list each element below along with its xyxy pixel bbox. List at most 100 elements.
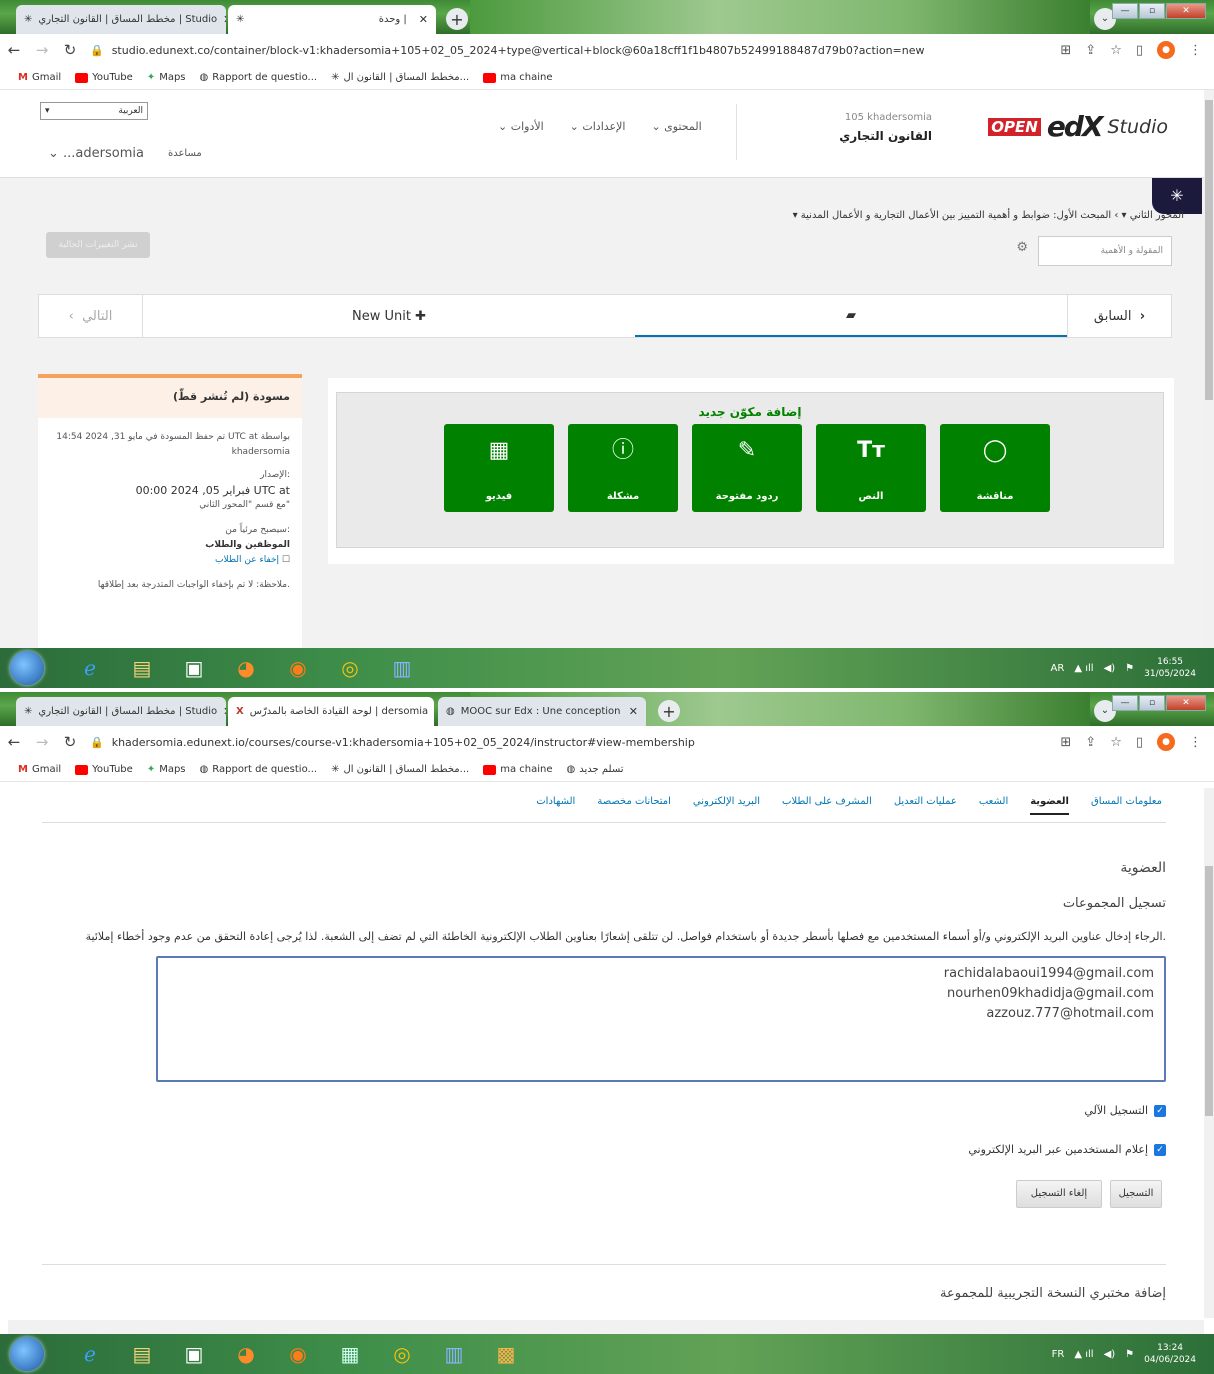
bookmark-rapport[interactable]: ◍ Rapport de questio...: [200, 72, 318, 83]
menu-tools[interactable]: الأدوات ⌄: [498, 120, 544, 133]
menu-icon[interactable]: ⋮: [1189, 43, 1202, 58]
bookmark-maps[interactable]: ✦ Maps: [147, 764, 186, 775]
volume-icon[interactable]: ◀): [1104, 1349, 1116, 1360]
tab-special-exams[interactable]: امتحانات مخصصة: [597, 796, 671, 815]
bookmark-youtube[interactable]: YouTube: [75, 72, 133, 83]
hide-from-learners-checkbox[interactable]: إخفاء عن الطلاب ☐: [38, 553, 302, 568]
forward-icon[interactable]: →: [28, 733, 56, 751]
explorer-icon[interactable]: ▤: [116, 651, 168, 685]
openedx-studio-logo[interactable]: OPEN edX Studio: [988, 110, 1168, 143]
clock[interactable]: 13:24 04/06/2024: [1144, 1342, 1196, 1366]
forward-icon[interactable]: →: [28, 41, 56, 59]
back-icon[interactable]: ←: [0, 733, 28, 751]
add-video-button[interactable]: ▦ فيديو: [444, 424, 554, 512]
new-tab-button[interactable]: +: [446, 8, 468, 30]
profile-avatar[interactable]: ●: [1157, 41, 1175, 59]
page-scrollbar[interactable]: [1204, 788, 1214, 1318]
close-tab-icon[interactable]: ✕: [419, 13, 428, 26]
clock[interactable]: 16:55 31/05/2024: [1144, 656, 1196, 680]
edx-assistant-badge[interactable]: ✳: [1152, 178, 1202, 214]
close-window-button[interactable]: ✕: [1166, 3, 1206, 19]
media-player-icon[interactable]: ▣: [168, 1337, 220, 1371]
word-icon[interactable]: ▥: [376, 651, 428, 685]
bookmark-new[interactable]: ◍ تسلم جديد: [566, 764, 623, 775]
flag-icon[interactable]: ⚑: [1125, 663, 1134, 674]
browser-tab-instructor[interactable]: X لوحة القيادة الخاصة بالمدرّس | dersomi…: [228, 697, 434, 726]
horizontal-scrollbar[interactable]: [8, 1320, 1204, 1334]
bookmark-chaine[interactable]: ma chaine: [483, 72, 552, 83]
minimize-button[interactable]: —: [1112, 3, 1138, 19]
page-scrollbar[interactable]: [1204, 90, 1214, 648]
ie-icon[interactable]: ℯ: [64, 1337, 116, 1371]
menu-icon[interactable]: ⋮: [1189, 735, 1202, 750]
add-problem-button[interactable]: ⓘ مشكلة: [568, 424, 678, 512]
new-unit-button[interactable]: New Unit ✚: [143, 295, 635, 337]
start-button[interactable]: [10, 1337, 44, 1371]
bookmark-maps[interactable]: ✦ Maps: [147, 72, 186, 83]
bookmark-outline[interactable]: ✳ مخطط المساق | القانون ال...: [331, 72, 469, 83]
bookmark-gmail[interactable]: M Gmail: [18, 72, 61, 83]
browser-tab-mooc[interactable]: ◍ MOOC sur Edx : Une conception ✕: [438, 697, 646, 726]
close-tab-icon[interactable]: ✕: [223, 13, 226, 26]
paint-icon[interactable]: ▩: [480, 1337, 532, 1371]
tab-cohorts[interactable]: الشعب: [979, 796, 1008, 815]
tab-bulk-ops[interactable]: عمليات التعديل: [894, 796, 957, 815]
start-button[interactable]: [10, 651, 44, 685]
maximize-button[interactable]: ▫: [1139, 695, 1165, 711]
user-menu[interactable]: ⌄ ...adersomia: [48, 146, 144, 161]
translate-icon[interactable]: ⊞: [1060, 735, 1071, 750]
word-icon[interactable]: ▥: [428, 1337, 480, 1371]
back-icon[interactable]: ←: [0, 41, 28, 59]
add-discussion-button[interactable]: ◯ مناقشة: [940, 424, 1050, 512]
next-unit-button[interactable]: ‹ التالي: [39, 295, 143, 337]
chrome-icon[interactable]: ◎: [324, 651, 376, 685]
address-bar[interactable]: 🔒 studio.edunext.co/container/block-v1:k…: [90, 38, 1050, 62]
tab-course-info[interactable]: معلومات المساق: [1091, 796, 1162, 815]
share-icon[interactable]: ⇪: [1085, 43, 1096, 58]
enroll-emails-textarea[interactable]: rachidalabaoui1994@gmail.com nourhen09kh…: [156, 956, 1166, 1082]
reload-icon[interactable]: ↻: [56, 41, 84, 59]
firefox-icon[interactable]: ◉: [272, 651, 324, 685]
sidebar-icon[interactable]: ▯: [1136, 43, 1143, 58]
star-icon[interactable]: ☆: [1110, 43, 1122, 58]
unit-name-field[interactable]: المقولة و الأهمية: [1038, 236, 1172, 266]
add-text-button[interactable]: Tт النص: [816, 424, 926, 512]
network-icon[interactable]: ▲ ıll: [1074, 1349, 1093, 1360]
close-window-button[interactable]: ✕: [1166, 695, 1206, 711]
notify-users-checkbox[interactable]: إعلام المستخدمين عبر البريد الإلكتروني ✓: [968, 1143, 1166, 1156]
explorer-icon[interactable]: ▤: [116, 1337, 168, 1371]
bookmark-youtube[interactable]: YouTube: [75, 764, 133, 775]
sidebar-icon[interactable]: ▯: [1136, 735, 1143, 750]
browser-tab-outline[interactable]: ✳ مخطط المساق | القانون التجاري | Studio…: [16, 5, 226, 34]
bookmark-outline[interactable]: ✳ مخطط المساق | القانون ال...: [331, 764, 469, 775]
tab-email[interactable]: البريد الإلكتروني: [693, 796, 760, 815]
translate-icon[interactable]: ⊞: [1060, 43, 1071, 58]
ie-icon[interactable]: ℯ: [64, 651, 116, 685]
enroll-button[interactable]: التسجيل: [1110, 1180, 1162, 1208]
browser-tab-unit[interactable]: ✳ وحدة | ✕: [228, 5, 436, 34]
tab-membership[interactable]: العضوية: [1030, 796, 1069, 815]
publish-button[interactable]: نشر التغييرات الحالية: [46, 232, 150, 258]
add-open-response-button[interactable]: ✎ ردود مفتوحة: [692, 424, 802, 512]
reload-icon[interactable]: ↻: [56, 733, 84, 751]
maximize-button[interactable]: ▫: [1139, 3, 1165, 19]
breadcrumb[interactable]: المحور الثاني ▾ › المبحث الأول: ضوابط و …: [793, 210, 1184, 221]
bookmark-rapport[interactable]: ◍ Rapport de questio...: [200, 764, 318, 775]
previous-unit-button[interactable]: السابق ›: [1067, 295, 1171, 337]
current-unit-icon[interactable]: ▰: [635, 295, 1067, 337]
app-icon[interactable]: ◕: [220, 1337, 272, 1371]
unenroll-button[interactable]: إلغاء التسجيل: [1016, 1180, 1102, 1208]
gear-icon[interactable]: ⚙: [1016, 240, 1028, 255]
course-info[interactable]: 105 khadersomia القانون التجاري: [839, 112, 932, 143]
bookmark-gmail[interactable]: M Gmail: [18, 764, 61, 775]
help-link[interactable]: مساعدة: [168, 148, 202, 161]
language-select[interactable]: ▾ العربية: [40, 102, 148, 120]
new-tab-button[interactable]: +: [658, 700, 680, 722]
volume-icon[interactable]: ◀): [1104, 663, 1116, 674]
network-icon[interactable]: ▲ ıll: [1074, 663, 1093, 674]
tab-student-admin[interactable]: المشرف على الطلاب: [782, 796, 872, 815]
bookmark-chaine[interactable]: ma chaine: [483, 764, 552, 775]
close-tab-icon[interactable]: ✕: [629, 705, 638, 718]
profile-avatar[interactable]: ●: [1157, 733, 1175, 751]
share-icon[interactable]: ⇪: [1085, 735, 1096, 750]
